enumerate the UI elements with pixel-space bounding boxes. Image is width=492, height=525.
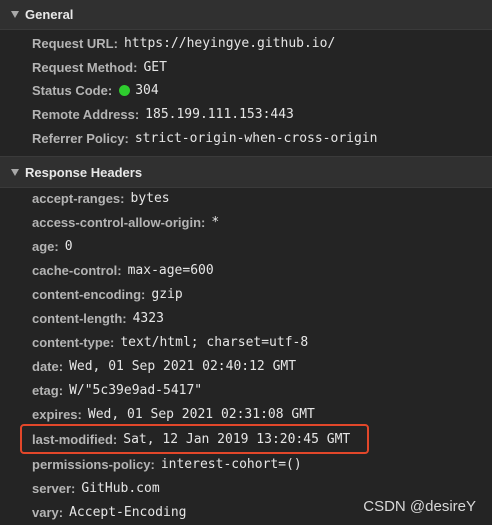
header-key: expires: [32, 406, 78, 422]
header-key: Referrer Policy: [32, 130, 125, 146]
header-value: W/"5c39e9ad-5417": [69, 382, 203, 398]
header-value: gzip: [151, 286, 183, 302]
header-value: max-age=600: [127, 262, 214, 278]
header-value: strict-origin-when-cross-origin: [134, 130, 378, 146]
response-row-content-encoding: content-encoding: gzip: [32, 286, 183, 302]
header-value: GET: [143, 59, 167, 75]
header-key: cache-control: [32, 262, 118, 278]
general-row-referrer-policy: Referrer Policy: strict-origin-when-cros…: [32, 130, 378, 146]
header-value: Wed, 01 Sep 2021 02:31:08 GMT: [87, 406, 315, 422]
general-row-request-url: Request URL: https://heyingye.github.io/: [32, 35, 336, 51]
response-row-etag: etag: W/"5c39e9ad-5417": [32, 382, 203, 398]
header-value: https://heyingye.github.io/: [123, 35, 336, 51]
response-row-date: date: Wed, 01 Sep 2021 02:40:12 GMT: [32, 358, 297, 374]
header-key: Request Method: [32, 59, 134, 75]
response-row-server: server: GitHub.com: [32, 480, 160, 496]
general-row-remote-address: Remote Address: 185.199.111.153:443: [32, 106, 294, 122]
response-row-content-type: content-type: text/html; charset=utf-8: [32, 334, 309, 350]
csdn-watermark: CSDN @desireY: [363, 498, 476, 515]
header-value: GitHub.com: [81, 480, 160, 496]
header-key: etag: [32, 382, 59, 398]
header-key: content-length: [32, 310, 123, 326]
response-row-vary: vary: Accept-Encoding: [32, 504, 187, 520]
header-key: date: [32, 358, 59, 374]
response-headers-section-title: Response Headers: [25, 164, 143, 180]
header-key: content-type: [32, 334, 110, 350]
response-row-cache-control: cache-control: max-age=600: [32, 262, 214, 278]
triangle-down-icon[interactable]: [11, 11, 19, 18]
last-modified-highlight-box: [20, 424, 369, 454]
header-value: 0: [64, 238, 73, 254]
general-row-request-method: Request Method: GET: [32, 59, 167, 75]
response-row-permissions-policy: permissions-policy: interest-cohort=(): [32, 456, 302, 472]
general-section-title: General: [25, 7, 74, 22]
header-key: Status Code: [32, 82, 108, 98]
header-value: 185.199.111.153:443: [145, 106, 294, 122]
header-value: interest-cohort=(): [160, 456, 302, 472]
response-row-accept-ranges: accept-ranges: bytes: [32, 190, 170, 206]
header-key: content-encoding: [32, 286, 142, 302]
header-key: age: [32, 238, 55, 254]
response-headers-section-header[interactable]: Response Headers: [0, 156, 492, 188]
header-key: Remote Address: [32, 106, 135, 122]
general-section-header[interactable]: General: [0, 0, 492, 30]
header-key: server: [32, 480, 72, 496]
general-row-status-code: Status Code: 304: [32, 82, 159, 98]
status-ok-icon: [119, 84, 131, 96]
response-row-content-length: content-length: 4323: [32, 310, 164, 326]
header-value: *: [211, 214, 220, 230]
header-value: 4323: [132, 310, 164, 326]
response-row-expires: expires: Wed, 01 Sep 2021 02:31:08 GMT: [32, 406, 315, 422]
header-value: Accept-Encoding: [69, 504, 187, 520]
header-value: 304: [135, 82, 159, 98]
header-key: permissions-policy: [32, 456, 151, 472]
header-value: Wed, 01 Sep 2021 02:40:12 GMT: [69, 358, 297, 374]
response-row-age: age: 0: [32, 238, 73, 254]
header-key: Request URL: [32, 35, 114, 51]
header-key: accept-ranges: [32, 190, 121, 206]
header-value: bytes: [130, 190, 170, 206]
header-key: vary: [32, 504, 59, 520]
header-key: access-control-allow-origin: [32, 214, 202, 230]
triangle-down-icon[interactable]: [11, 168, 19, 176]
response-row-access-control-allow-origin: access-control-allow-origin: *: [32, 214, 220, 230]
header-value: text/html; charset=utf-8: [120, 334, 309, 350]
